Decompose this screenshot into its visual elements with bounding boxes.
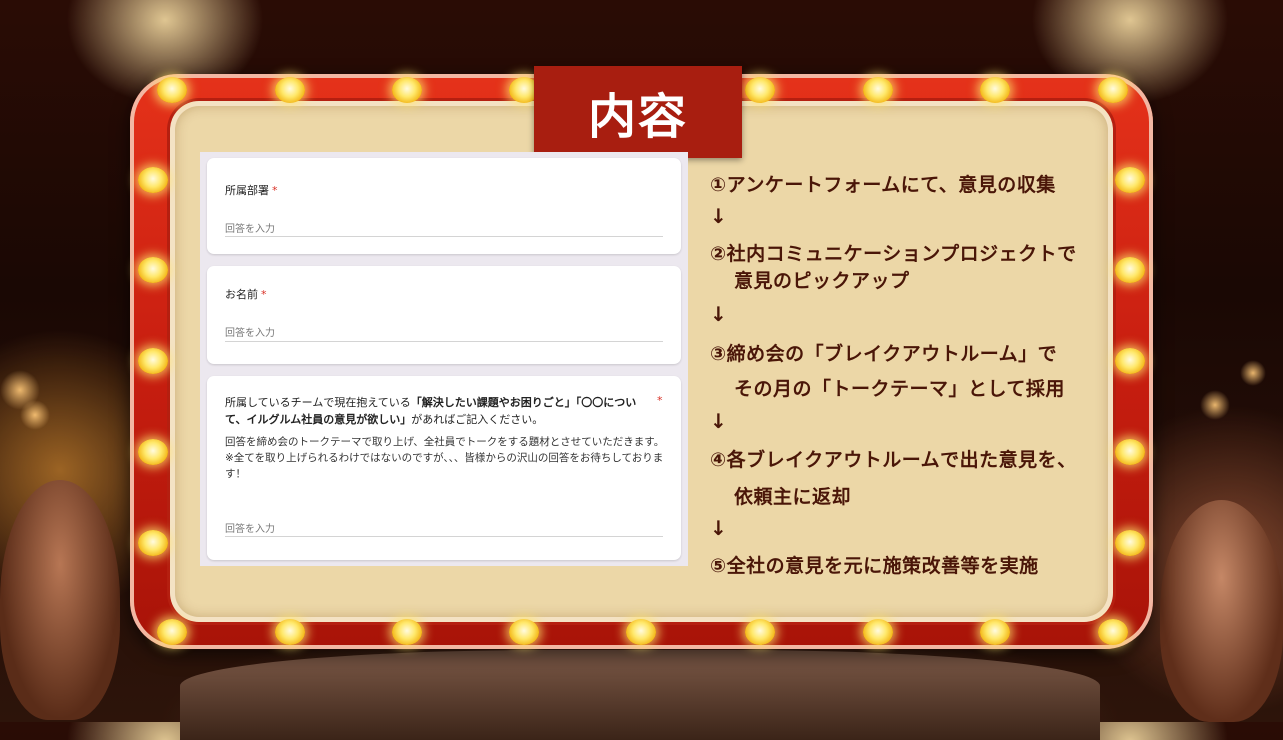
topic-answer-input[interactable]: 回答を入力 (225, 520, 275, 535)
required-mark: * (261, 288, 267, 301)
step-1: ①アンケートフォームにて、意見の収集 (710, 174, 1056, 196)
light-bulb-icon (275, 77, 305, 103)
person-silhouette-right (1160, 500, 1283, 722)
light-bulb-icon (1098, 77, 1128, 103)
question-label: お名前 * (225, 288, 267, 301)
question-label: 所属部署 * (225, 184, 278, 197)
light-bulb-icon (1115, 348, 1145, 374)
light-bulb-icon (1115, 167, 1145, 193)
light-bulb-icon (138, 530, 168, 556)
required-mark: * (657, 394, 663, 407)
question-card-topic: 所属しているチームで現在抱えている「解決したい課題やお困りごと」「〇〇について、… (207, 376, 681, 560)
light-bulb-icon (157, 77, 187, 103)
bokeh-light (20, 400, 50, 430)
light-bulb-icon (1115, 257, 1145, 283)
down-arrow-icon: ↓ (710, 409, 728, 433)
down-arrow-icon: ↓ (710, 516, 728, 540)
question-label: 所属しているチームで現在抱えている「解決したい課題やお困りごと」「〇〇について、… (225, 396, 637, 426)
step-3-line-2: その月の「トークテーマ」として採用 (734, 378, 1065, 400)
light-bulb-icon (863, 619, 893, 645)
question-description: 回答を締め会のトークテーマで取り上げ、全社員でトークをする題材とさせていただきま… (225, 436, 665, 480)
light-bulb-icon (138, 348, 168, 374)
input-underline (225, 536, 663, 537)
light-bulb-icon (138, 439, 168, 465)
light-bulb-icon (1115, 530, 1145, 556)
light-bulb-icon (1098, 619, 1128, 645)
light-bulb-icon (980, 77, 1010, 103)
survey-form: 所属部署 * 回答を入力 お名前 * 回答を入力 所属しているチームで現在抱えている… (200, 152, 688, 566)
down-arrow-icon: ↓ (710, 302, 728, 326)
light-bulb-icon (1115, 439, 1145, 465)
page-title: 内容 (587, 89, 688, 145)
bokeh-light (1240, 360, 1266, 386)
light-bulb-icon (392, 619, 422, 645)
light-bulb-icon (745, 619, 775, 645)
light-bulb-icon (626, 619, 656, 645)
step-2-line-1: ②社内コミュニケーションプロジェクトで (710, 243, 1077, 265)
light-bulb-icon (138, 257, 168, 283)
crowd-bottom (180, 650, 1100, 740)
light-bulb-icon (745, 77, 775, 103)
down-arrow-icon: ↓ (710, 204, 728, 228)
light-bulb-icon (980, 619, 1010, 645)
step-2-line-2: 意見のピックアップ (734, 270, 910, 292)
light-bulb-icon (509, 619, 539, 645)
name-answer-input[interactable]: 回答を入力 (225, 324, 275, 339)
light-bulb-icon (863, 77, 893, 103)
department-answer-input[interactable]: 回答を入力 (225, 220, 275, 235)
light-bulb-icon (157, 619, 187, 645)
input-underline (225, 236, 663, 237)
input-underline (225, 341, 663, 342)
person-silhouette-left (0, 480, 120, 720)
light-bulb-icon (392, 77, 422, 103)
question-card-name: お名前 * 回答を入力 (207, 266, 681, 364)
step-4-line-2: 依頼主に返却 (734, 486, 852, 508)
required-mark: * (272, 184, 278, 197)
light-bulb-icon (275, 619, 305, 645)
step-5: ⑤全社の意見を元に施策改善等を実施 (710, 555, 1039, 577)
step-3-line-1: ③締め会の「ブレイクアウトルーム」で (710, 343, 1058, 365)
step-4-line-1: ④各ブレイクアウトルームで出た意見を、 (710, 449, 1077, 471)
bokeh-light (1200, 390, 1230, 420)
question-card-department: 所属部署 * 回答を入力 (207, 158, 681, 254)
title-banner: 内容 (534, 66, 742, 158)
light-bulb-icon (138, 167, 168, 193)
